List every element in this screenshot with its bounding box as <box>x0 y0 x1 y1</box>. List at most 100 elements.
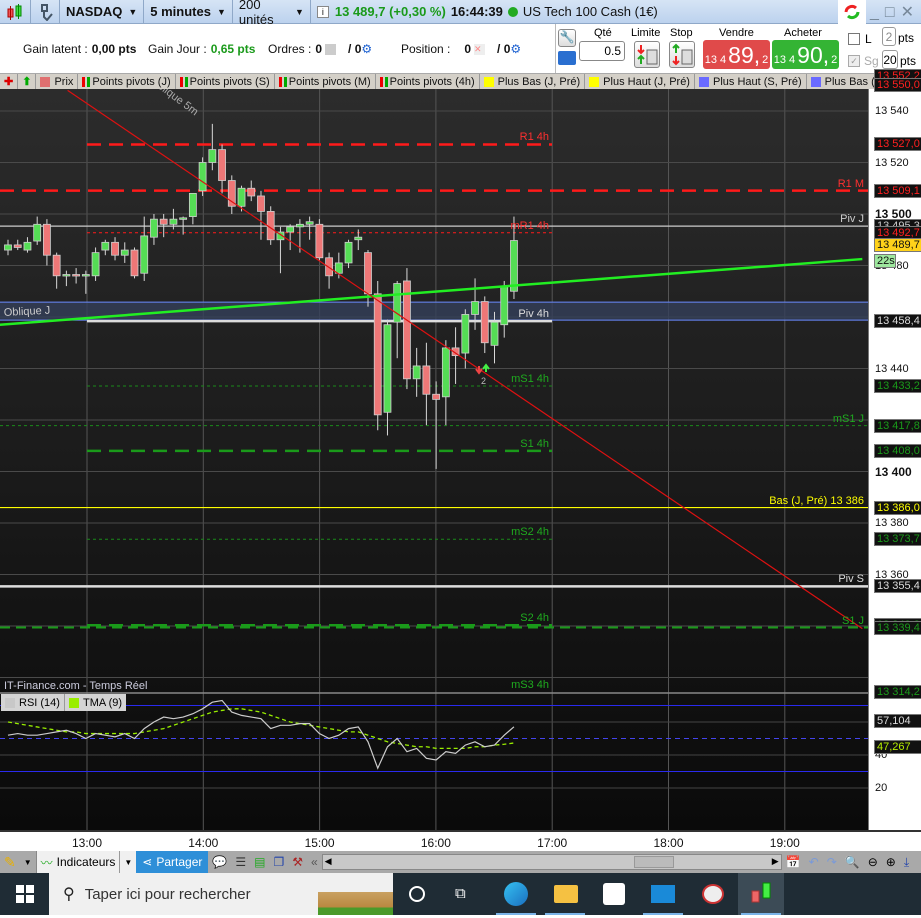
maximize-icon[interactable]: □ <box>885 4 901 21</box>
limit-order-button[interactable] <box>634 41 660 68</box>
share-button[interactable]: ⋖ Partager <box>136 851 209 873</box>
orders-value: 0 <box>315 42 323 56</box>
comment-icon[interactable]: 💬 <box>208 851 231 873</box>
search-placeholder: Taper ici pour rechercher <box>84 885 251 903</box>
candle-body <box>441 347 450 398</box>
gain-latent-label: Gain latent : <box>23 42 88 56</box>
l-checkbox[interactable] <box>848 33 860 45</box>
trendline-label: Oblique J <box>4 305 51 319</box>
store-icon[interactable] <box>603 883 625 905</box>
candle <box>315 219 324 261</box>
mail-icon[interactable] <box>651 885 675 903</box>
cancel-orders-icon[interactable] <box>325 44 337 56</box>
taskbar-search[interactable]: ⚲ Taper ici pour rechercher <box>49 873 393 915</box>
tma-legend-item[interactable]: TMA (9) <box>65 694 126 711</box>
windows-icon[interactable]: ❐ <box>269 851 288 873</box>
legend-item[interactable]: Points pivots (J) <box>78 73 176 90</box>
close-icon[interactable]: ✕ <box>901 4 920 21</box>
candles-icon[interactable] <box>0 0 31 24</box>
price-chart[interactable]: Oblique JOblique 5m 2 <box>0 89 868 830</box>
calendar-icon[interactable]: 📅 <box>782 851 805 873</box>
info-icon[interactable]: i <box>316 5 329 18</box>
legend-items: Prix Points pivots (J) Points pivots (S) Po… <box>36 73 914 90</box>
price-tick-label: 13 380 <box>875 517 909 529</box>
legend-item[interactable]: Points pivots (4h) <box>376 73 480 90</box>
close-position-icon[interactable]: ✕ <box>474 44 486 56</box>
ladder-icon[interactable]: ▤ <box>250 851 269 873</box>
buy-label: Acheter <box>784 27 822 39</box>
add-indicator-button[interactable]: ⬆ <box>18 73 37 90</box>
refresh-icon[interactable] <box>838 0 866 24</box>
legend-item[interactable]: Points pivots (S) <box>176 73 275 90</box>
price-tick-label: 13 440 <box>875 362 909 375</box>
legend-item[interactable]: Plus Bas (J, Pré) <box>480 73 586 90</box>
indicators-dropdown[interactable]: ▼ <box>119 851 137 873</box>
remove-indicator-button[interactable]: ✚ <box>0 73 19 90</box>
legend-item[interactable]: Prix <box>36 73 79 90</box>
chart-settings-icon[interactable]: ⚒ <box>288 851 307 873</box>
scroll-left-fast-icon[interactable]: « <box>307 851 322 873</box>
zoom-in-icon[interactable]: ⊕ <box>882 851 900 873</box>
indicator-legend-bar: ✚ ⬆ Prix Points pivots (J) Points pivots (… <box>0 73 921 90</box>
time-axis[interactable]: 13:00 14:00 15:00 16:00 17:00 18:00 19:00 <box>0 830 921 851</box>
buy-button[interactable]: 13 4 90, 2 <box>772 40 839 69</box>
limit-order-icon <box>637 45 658 65</box>
chevron-down-icon: ▼ <box>294 6 304 17</box>
wrench-icon[interactable]: 🔧 <box>558 29 576 47</box>
task-view-icon[interactable]: ⧉ <box>455 885 466 902</box>
pts-input-1[interactable] <box>882 27 896 46</box>
keyboard-icon[interactable] <box>558 51 576 65</box>
candle-body <box>471 301 479 315</box>
undo-icon[interactable]: ↶ <box>805 851 823 873</box>
sell-button[interactable]: 13 4 89, 2 <box>703 40 770 69</box>
indicators-button[interactable]: 〰 Indicateurs <box>36 851 120 873</box>
file-explorer-icon[interactable] <box>554 885 578 903</box>
candle-body <box>52 254 61 277</box>
legend-label: Plus Bas (J, Pré) <box>497 75 581 88</box>
zoom-out-icon[interactable]: ⊖ <box>864 851 882 873</box>
pts-input-2[interactable] <box>882 50 898 69</box>
legend-label: Plus Haut (J, Pré) <box>603 75 690 88</box>
report-icon[interactable]: ☰ <box>231 851 250 873</box>
minimize-icon[interactable]: _ <box>870 4 885 21</box>
zoom-fit-icon[interactable]: 🔍 <box>841 851 864 873</box>
units-select[interactable]: 200 unités ▼ <box>233 0 311 27</box>
redo-icon[interactable]: ↷ <box>823 851 841 873</box>
stop-order-button[interactable] <box>669 41 695 68</box>
legend-swatch <box>810 76 821 87</box>
qty-input[interactable] <box>579 41 625 61</box>
search-highlight-image <box>318 877 393 915</box>
legend-item[interactable]: Plus Haut (J, Pré) <box>585 73 695 90</box>
gear-icon[interactable]: ⚙ <box>510 42 521 56</box>
horizontal-scrollbar[interactable]: ◀ ▶ <box>321 854 782 870</box>
snipping-tool-icon[interactable] <box>702 884 724 904</box>
scrollbar-thumb[interactable] <box>633 856 674 868</box>
gear-icon[interactable]: ⚙ <box>361 42 372 56</box>
price-axis[interactable]: 13 54013 52013 50013 48013 44013 40013 3… <box>868 68 921 830</box>
sg-checkbox[interactable]: ✓ <box>848 55 860 67</box>
rsi-tick-label: 20 <box>875 782 888 794</box>
timeframe-select[interactable]: 5 minutes ▼ <box>144 0 233 24</box>
candle-body <box>62 274 71 277</box>
drawing-tool-button[interactable]: ✎ <box>0 851 20 873</box>
trading-app-taskbar-button[interactable] <box>738 873 784 915</box>
rsi-legend-item[interactable]: RSI (14) <box>1 694 65 711</box>
legend-label: Plus Haut (S, Pré) <box>712 75 802 88</box>
link-icon[interactable] <box>31 0 60 24</box>
legend-item[interactable]: Plus Haut (S, Pré) <box>695 73 807 90</box>
drawing-dropdown[interactable]: ▼ <box>20 851 37 873</box>
edge-icon[interactable] <box>504 882 528 906</box>
candle-body <box>393 283 402 323</box>
scroll-left-icon[interactable]: ◀ <box>325 856 332 867</box>
scroll-to-end-icon[interactable]: ⤓ <box>900 851 913 873</box>
sell-price-prefix: 13 4 <box>704 54 727 66</box>
candle-body <box>510 240 518 292</box>
chart-background <box>0 89 868 830</box>
time-tick-label: 14:00 <box>188 836 219 850</box>
windows-start-icon[interactable] <box>16 885 34 903</box>
instrument-select[interactable]: NASDAQ ▼ <box>60 0 145 24</box>
legend-swatch <box>589 76 600 87</box>
legend-item[interactable]: Points pivots (M) <box>275 73 376 90</box>
scroll-right-icon[interactable]: ▶ <box>772 856 779 867</box>
cortana-icon[interactable] <box>409 886 425 902</box>
